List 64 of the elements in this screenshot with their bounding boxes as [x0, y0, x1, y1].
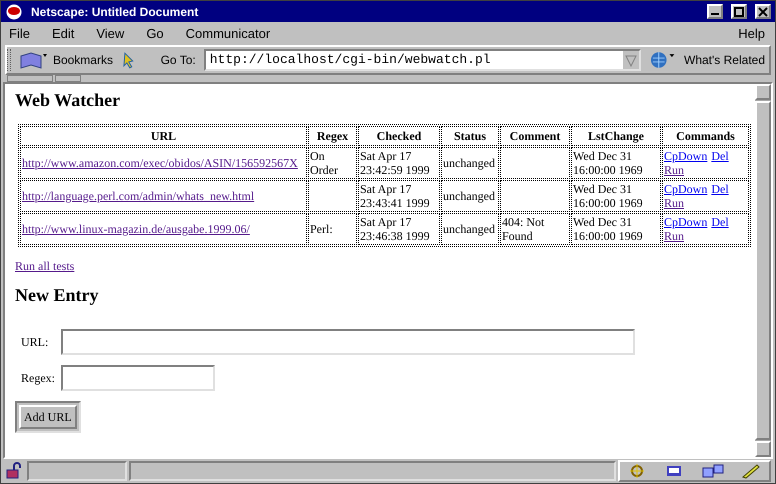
- column-header: Comment: [500, 126, 570, 146]
- column-header: Checked: [358, 126, 440, 146]
- close-icon: [758, 6, 768, 16]
- command-link[interactable]: CpDown: [664, 149, 708, 163]
- table-cell: Wed Dec 31 16:00:00 1969: [571, 180, 661, 212]
- globe-icon: [648, 50, 676, 70]
- menu-item[interactable]: View: [94, 24, 126, 44]
- command-link[interactable]: CpDown: [664, 215, 708, 229]
- scrollbar[interactable]: [755, 84, 771, 457]
- input-field[interactable]: [61, 365, 215, 391]
- maximize-button[interactable]: [731, 4, 747, 19]
- field-label: Regex:: [21, 370, 56, 387]
- input-field[interactable]: [61, 329, 635, 355]
- form-heading: New Entry: [15, 285, 100, 305]
- goto-label: Go To:: [160, 52, 196, 69]
- column-header: LstChange: [571, 126, 661, 146]
- command-link[interactable]: Run: [664, 163, 684, 177]
- table-cell: Sat Apr 17 23:43:41 1999: [358, 180, 440, 212]
- command-link[interactable]: Run: [664, 196, 684, 210]
- run-all-link[interactable]: Run all tests: [15, 259, 74, 273]
- field-label: URL:: [21, 334, 50, 351]
- table-cell: Wed Dec 31 16:00:00 1969: [571, 147, 661, 179]
- bookmarks-button[interactable]: Bookmarks: [18, 50, 113, 70]
- add-url-button[interactable]: Add URL: [19, 405, 77, 429]
- minimize-button[interactable]: [707, 4, 723, 19]
- minimize-icon: [711, 13, 719, 15]
- pen-icon[interactable]: [740, 463, 762, 479]
- menu-item[interactable]: Go: [144, 24, 166, 44]
- column-header: Status: [441, 126, 499, 146]
- help-menu[interactable]: Help: [738, 24, 769, 44]
- toolbar-grip[interactable]: [55, 75, 81, 82]
- command-link[interactable]: Run: [664, 229, 684, 243]
- hat-icon: [5, 4, 23, 20]
- whats-related-button[interactable]: What's Related: [684, 51, 769, 69]
- table-cell: On Order: [308, 147, 357, 179]
- page-heading: Web Watcher: [15, 90, 122, 110]
- menu-item[interactable]: Communicator: [184, 24, 272, 44]
- bookmark-icon: [18, 50, 49, 70]
- address-field[interactable]: http://localhost/cgi-bin/webwatch.pl: [204, 49, 641, 71]
- table-cell: [500, 180, 570, 212]
- table-cell: unchanged: [441, 147, 499, 179]
- table-cell: Sat Apr 17 23:46:38 1999: [358, 213, 440, 245]
- table-cell: 404: Not Found: [500, 213, 570, 245]
- table-cell: [500, 147, 570, 179]
- chat-icon[interactable]: [700, 463, 725, 479]
- window-title: Netscape: Untitled Document: [31, 4, 200, 20]
- command-link[interactable]: Del: [711, 215, 729, 229]
- command-link[interactable]: CpDown: [664, 182, 708, 196]
- column-header: Commands: [662, 126, 749, 146]
- table-cell: Perl:: [308, 213, 357, 245]
- menu-item[interactable]: Edit: [50, 24, 76, 44]
- column-header: URL: [20, 126, 307, 146]
- table-cell: Sat Apr 17 23:42:59 1999: [358, 147, 440, 179]
- command-link[interactable]: Del: [711, 182, 729, 196]
- maximize-icon: [734, 6, 744, 16]
- close-button[interactable]: [755, 4, 771, 19]
- table-cell: unchanged: [441, 213, 499, 245]
- dropdown-icon[interactable]: [622, 51, 639, 69]
- table-cell: unchanged: [441, 180, 499, 212]
- command-link[interactable]: Del: [711, 149, 729, 163]
- menu-item[interactable]: File: [7, 24, 32, 44]
- column-header: Regex: [308, 126, 357, 146]
- table-cell: Wed Dec 31 16:00:00 1969: [571, 213, 661, 245]
- toolbar-grip[interactable]: [7, 75, 53, 82]
